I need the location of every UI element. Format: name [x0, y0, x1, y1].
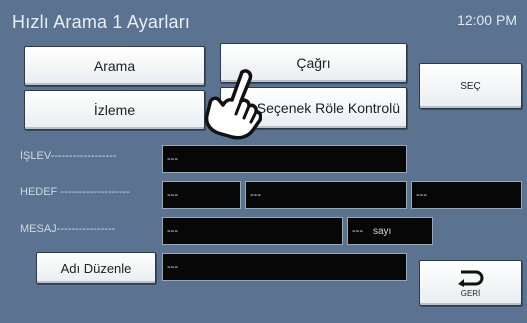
- select-button[interactable]: SEÇ: [419, 63, 522, 109]
- mesaj-count-unit: sayı: [373, 225, 392, 237]
- edit-name-button[interactable]: Adı Düzenle: [36, 252, 156, 284]
- islev-field[interactable]: ---: [162, 145, 407, 173]
- mesaj-label: MESAJ----------------: [20, 223, 116, 235]
- hedef-field-1[interactable]: ---: [162, 181, 241, 209]
- hedef-label: HEDEF -------------------: [20, 186, 130, 198]
- clock: 12:00 PM: [457, 12, 517, 28]
- name-field[interactable]: ---: [162, 253, 407, 281]
- arama-button[interactable]: Arama: [24, 46, 205, 86]
- mesaj-count-field[interactable]: --- sayı: [347, 217, 433, 245]
- hedef-field-3[interactable]: ---: [411, 181, 522, 209]
- back-button[interactable]: GERİ: [419, 260, 522, 306]
- hand-pointer-icon: [196, 68, 263, 140]
- izleme-button[interactable]: İzleme: [24, 90, 205, 130]
- islev-label: İŞLEV------------------: [20, 150, 117, 162]
- back-label: GERİ: [460, 288, 481, 298]
- page-title: Hızlı Arama 1 Ayarları: [12, 12, 191, 32]
- mesaj-count-value: ---: [352, 225, 363, 237]
- hedef-field-2[interactable]: ---: [245, 181, 407, 209]
- return-arrow-icon: [456, 269, 486, 287]
- mesaj-field[interactable]: ---: [162, 217, 343, 245]
